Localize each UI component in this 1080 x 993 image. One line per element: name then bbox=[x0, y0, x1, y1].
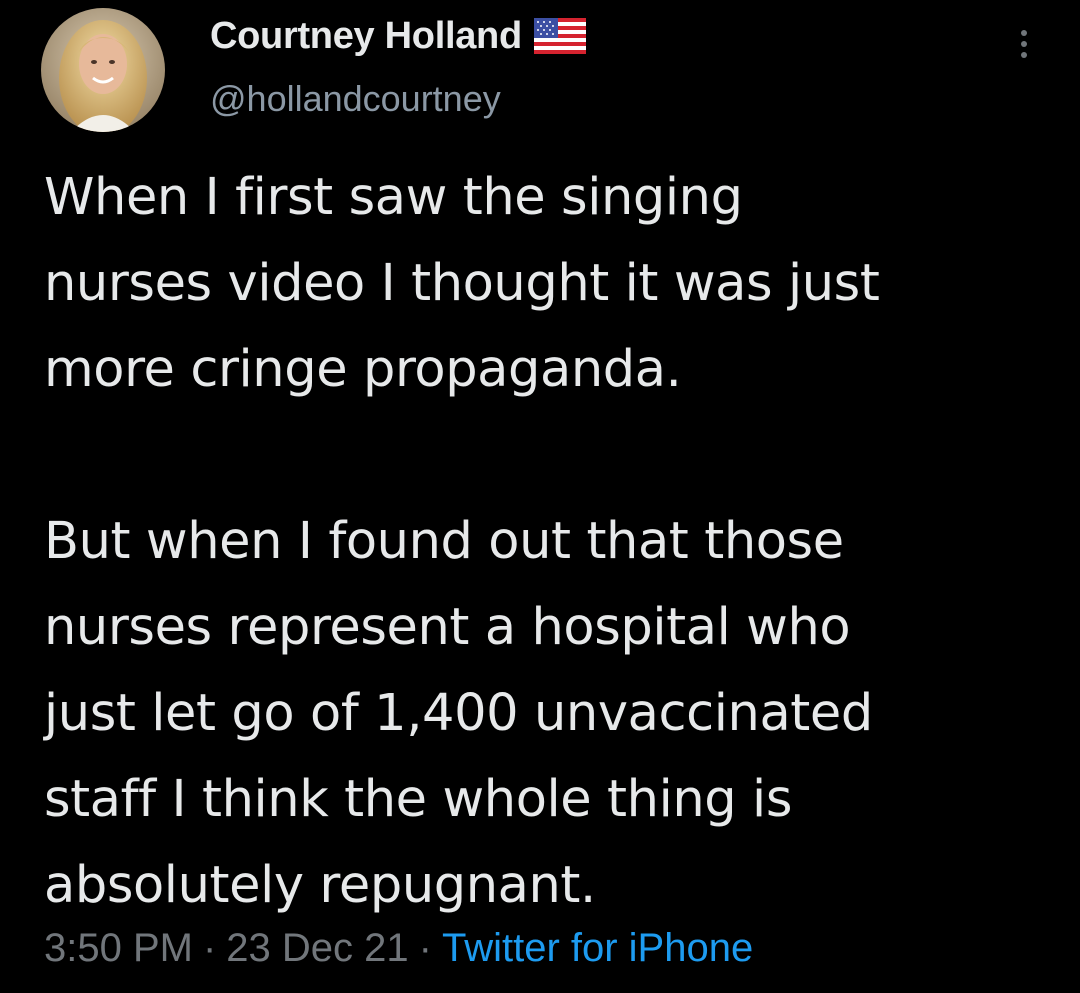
meta-separator: · bbox=[202, 926, 217, 970]
avatar[interactable] bbox=[41, 8, 165, 132]
tweet-line: absolutely repugnant. bbox=[44, 856, 596, 915]
display-name-row: Courtney Holland bbox=[210, 12, 586, 60]
tweet-source-link[interactable]: Twitter for iPhone bbox=[442, 926, 753, 970]
more-options-icon[interactable] bbox=[1012, 30, 1036, 70]
handle[interactable]: @hollandcourtney bbox=[210, 78, 586, 120]
tweet-line: nurses video I thought it was just bbox=[44, 254, 880, 313]
tweet-line: more cringe propaganda. bbox=[44, 340, 682, 399]
tweet-line: nurses represent a hospital who bbox=[44, 598, 851, 657]
display-name[interactable]: Courtney Holland bbox=[210, 15, 522, 58]
meta-separator: · bbox=[418, 926, 432, 970]
avatar-image bbox=[41, 8, 165, 132]
tweet-line: just let go of 1,400 unvaccinated bbox=[44, 684, 873, 743]
us-flag-icon bbox=[533, 18, 586, 54]
tweet-line: But when I found out that those bbox=[44, 512, 844, 571]
author-names: Courtney Holland @hollandcourtney bbox=[210, 12, 586, 120]
tweet-header: Courtney Holland @hollandcourtney bbox=[38, 0, 1048, 150]
tweet-text: When I first saw the singing nurses vide… bbox=[44, 155, 1054, 929]
tweet-date[interactable]: 23 Dec 21 bbox=[226, 926, 408, 970]
tweet-line: When I first saw the singing bbox=[44, 168, 743, 227]
tweet-line: staff I think the whole thing is bbox=[44, 770, 792, 829]
tweet-meta: 3:50 PM · 23 Dec 21 · Twitter for iPhone bbox=[44, 926, 753, 971]
tweet-time[interactable]: 3:50 PM bbox=[44, 926, 193, 970]
